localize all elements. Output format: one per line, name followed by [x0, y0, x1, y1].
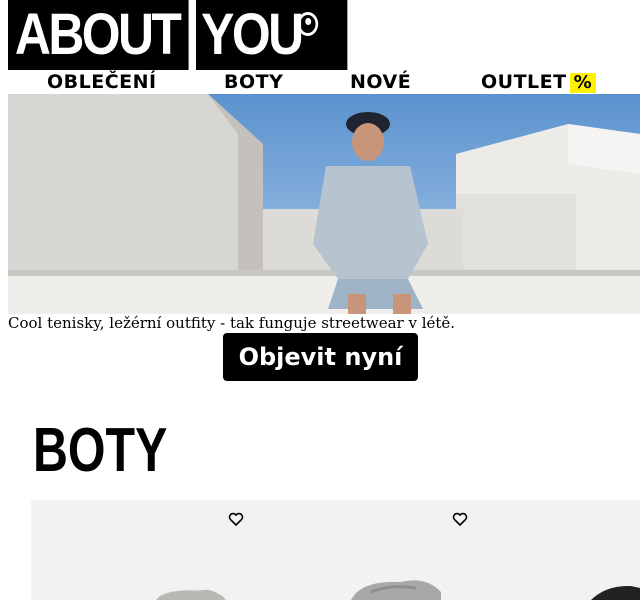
- nav-item-new[interactable]: NOVÉ: [350, 70, 411, 94]
- nav-item-shoes[interactable]: BOTY: [224, 70, 283, 94]
- favorite-heart-icon[interactable]: [228, 511, 244, 527]
- nav-item-outlet[interactable]: OUTLET%: [481, 70, 597, 94]
- favorite-heart-icon[interactable]: [452, 511, 468, 527]
- nav-label: BOTY: [224, 71, 284, 93]
- section-title: BOTY: [33, 416, 168, 485]
- hero-caption: Cool tenisky, ležérní outfity - tak fung…: [8, 314, 456, 332]
- nav-item-clothing[interactable]: OBLEČENÍ: [47, 70, 157, 94]
- product-carousel[interactable]: [31, 500, 640, 600]
- logo-you[interactable]: YOU: [196, 0, 348, 70]
- logo-text-you: YOU: [201, 2, 304, 67]
- outlet-percent-badge: %: [569, 73, 597, 93]
- product-images: [31, 500, 640, 600]
- nav-label: NOVÉ: [350, 71, 412, 93]
- nav-label: OBLEČENÍ: [47, 71, 157, 93]
- hero-image[interactable]: [8, 94, 640, 314]
- discover-now-button[interactable]: Objevit nyní: [223, 333, 418, 381]
- logo-ring-icon: [297, 12, 319, 36]
- nav-label: OUTLET: [481, 71, 567, 93]
- logo-about[interactable]: ABOUT: [8, 0, 189, 70]
- logo-text-about: ABOUT: [14, 2, 182, 67]
- hero-illustration: [8, 94, 640, 314]
